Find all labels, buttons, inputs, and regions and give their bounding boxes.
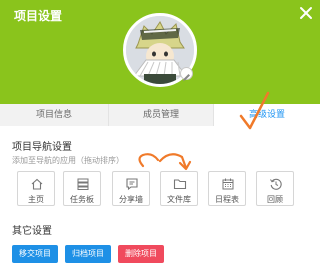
transfer-project-button[interactable]: 移交项目 <box>12 245 58 263</box>
app-label: 任务板 <box>70 195 94 204</box>
tab-advanced-settings[interactable]: 高级设置 <box>214 104 320 126</box>
app-label: 文件库 <box>167 195 191 204</box>
app-review[interactable]: 回顾 <box>256 171 294 206</box>
arrow-annotation-left <box>138 153 160 168</box>
share-wall-icon <box>126 178 138 191</box>
nav-settings-subtitle: 添加至导航的应用（拖动排序） <box>12 156 124 165</box>
app-label: 日程表 <box>215 195 239 204</box>
archive-project-button[interactable]: 归档项目 <box>65 245 111 263</box>
project-settings-header: 项目设置 <box>0 0 320 104</box>
nav-settings-title: 项目导航设置 <box>12 142 72 153</box>
folder-icon <box>173 179 187 190</box>
app-label: 主页 <box>28 195 44 204</box>
pencil-icon[interactable] <box>180 67 193 81</box>
tab-member-management[interactable]: 成员管理 <box>108 104 214 126</box>
arrow-annotation-right <box>158 153 188 170</box>
app-file-library[interactable]: 文件库 <box>160 171 198 206</box>
app-task-board[interactable]: 任务板 <box>63 171 101 206</box>
app-calendar[interactable]: 日程表 <box>208 171 246 206</box>
delete-project-button[interactable]: 删除项目 <box>118 245 164 263</box>
history-icon <box>270 178 282 190</box>
tab-project-info[interactable]: 项目信息 <box>0 104 108 126</box>
app-label: 分享墙 <box>119 195 143 204</box>
task-board-icon <box>77 178 89 190</box>
arrow-head-annotation <box>178 160 192 171</box>
app-home[interactable]: 主页 <box>17 171 55 206</box>
dialog-title: 项目设置 <box>14 9 63 23</box>
calendar-icon <box>222 178 234 190</box>
settings-tabs: 项目信息 成员管理 高级设置 <box>0 104 320 126</box>
close-icon[interactable] <box>297 4 315 22</box>
app-share-wall[interactable]: 分享墙 <box>112 171 150 206</box>
other-settings-title: 其它设置 <box>12 226 52 237</box>
app-label: 回顾 <box>267 195 283 204</box>
home-icon <box>31 178 43 190</box>
